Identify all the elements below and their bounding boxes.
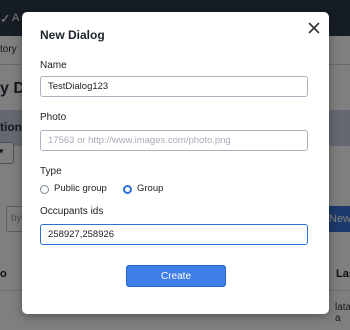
create-button[interactable]: Create — [126, 265, 226, 287]
name-input[interactable] — [40, 76, 308, 97]
type-radio-group: Public group Group — [40, 182, 290, 196]
photo-input[interactable] — [40, 130, 308, 151]
type-label: Type — [40, 166, 62, 177]
group-radio-label: Group — [137, 183, 164, 194]
radio-checked-icon — [123, 185, 132, 194]
occupants-label: Occupants ids — [40, 206, 104, 217]
close-button[interactable] — [306, 20, 322, 36]
radio-unchecked-icon — [40, 185, 49, 194]
occupants-input[interactable] — [40, 224, 308, 245]
new-dialog-modal: New Dialog Name Photo Type Public group … — [22, 12, 329, 314]
photo-label: Photo — [40, 112, 67, 123]
public-group-radio-label: Public group — [54, 183, 107, 194]
modal-title: New Dialog — [40, 28, 105, 42]
group-radio[interactable]: Group — [123, 182, 183, 196]
close-icon — [308, 22, 320, 34]
public-group-radio[interactable]: Public group — [40, 182, 120, 196]
name-label: Name — [40, 60, 67, 71]
